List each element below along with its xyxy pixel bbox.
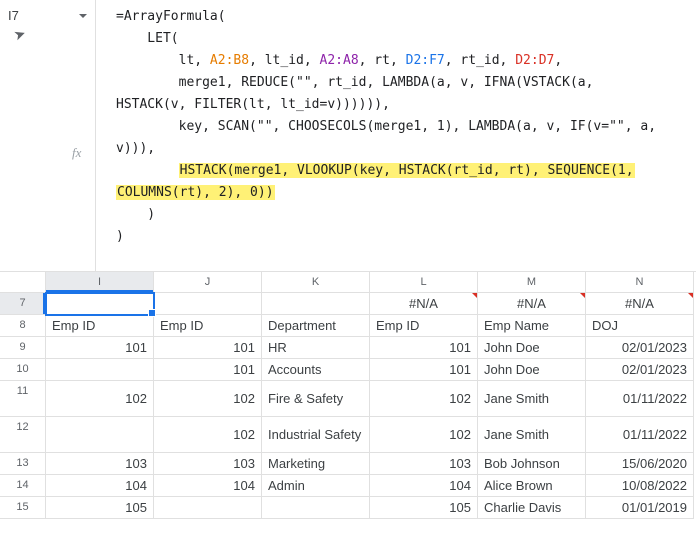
cell-K7[interactable] — [262, 293, 370, 315]
cell-L11[interactable]: 102 — [370, 381, 478, 417]
row-header-13[interactable]: 13 — [0, 453, 46, 475]
column-header-M[interactable]: M — [478, 272, 586, 293]
cell-I12[interactable] — [46, 417, 154, 453]
grid-corner[interactable] — [0, 272, 46, 293]
cell-J8[interactable]: Emp ID — [154, 315, 262, 337]
cell-I7[interactable] — [46, 293, 154, 315]
column-header-L[interactable]: L — [370, 272, 478, 293]
spreadsheet-grid[interactable]: IJKLMN7#N/A#N/A#N/A8Emp IDEmp IDDepartme… — [0, 272, 696, 519]
column-header-J[interactable]: J — [154, 272, 262, 293]
column-header-I[interactable]: I — [46, 272, 154, 293]
row-header-12[interactable]: 12 — [0, 417, 46, 453]
cell-N15[interactable]: 01/01/2019 — [586, 497, 694, 519]
cell-N10[interactable]: 02/01/2023 — [586, 359, 694, 381]
cell-I13[interactable]: 103 — [46, 453, 154, 475]
cell-N9[interactable]: 02/01/2023 — [586, 337, 694, 359]
cell-M15[interactable]: Charlie Davis — [478, 497, 586, 519]
formula-editor[interactable]: fx =ArrayFormula( LET( lt, A2:B8, lt_id,… — [96, 0, 696, 271]
cell-J12[interactable]: 102 — [154, 417, 262, 453]
cell-J7[interactable] — [154, 293, 262, 315]
cell-K10[interactable]: Accounts — [262, 359, 370, 381]
formula-line: lt, A2:B8, lt_id, A2:A8, rt, D2:F7, rt_i… — [116, 50, 686, 72]
cell-K14[interactable]: Admin — [262, 475, 370, 497]
cell-M12[interactable]: Jane Smith — [478, 417, 586, 453]
cell-L12[interactable]: 102 — [370, 417, 478, 453]
cell-L8[interactable]: Emp ID — [370, 315, 478, 337]
formula-line: v))), — [116, 138, 686, 160]
cell-L9[interactable]: 101 — [370, 337, 478, 359]
name-box-value: I7 — [8, 8, 19, 23]
cell-L15[interactable]: 105 — [370, 497, 478, 519]
row-header-15[interactable]: 15 — [0, 497, 46, 519]
cell-L7[interactable]: #N/A — [370, 293, 478, 315]
formula-bar-area: I7 ➤ fx =ArrayFormula( LET( lt, A2:B8, l… — [0, 0, 696, 272]
cell-M14[interactable]: Alice Brown — [478, 475, 586, 497]
formula-line: COLUMNS(rt), 2), 0)) — [116, 182, 686, 204]
cell-K15[interactable] — [262, 497, 370, 519]
formula-line: HSTACK(v, FILTER(lt, lt_id=v)))))), — [116, 94, 686, 116]
cell-J11[interactable]: 102 — [154, 381, 262, 417]
cell-M10[interactable]: John Doe — [478, 359, 586, 381]
cell-N8[interactable]: DOJ — [586, 315, 694, 337]
cell-K12[interactable]: Industrial Safety — [262, 417, 370, 453]
formula-line: ) — [116, 204, 686, 226]
cell-M13[interactable]: Bob Johnson — [478, 453, 586, 475]
formula-line: merge1, REDUCE("", rt_id, LAMBDA(a, v, I… — [116, 72, 686, 94]
row-header-14[interactable]: 14 — [0, 475, 46, 497]
row-header-9[interactable]: 9 — [0, 337, 46, 359]
row-header-8[interactable]: 8 — [0, 315, 46, 337]
cell-M11[interactable]: Jane Smith — [478, 381, 586, 417]
formula-line: ) — [116, 226, 686, 248]
formula-line: HSTACK(merge1, VLOOKUP(key, HSTACK(rt_id… — [116, 160, 686, 182]
cell-N11[interactable]: 01/11/2022 — [586, 381, 694, 417]
name-box-column: I7 ➤ — [0, 0, 95, 271]
cell-N13[interactable]: 15/06/2020 — [586, 453, 694, 475]
row-header-7[interactable]: 7 — [0, 293, 46, 315]
cell-K9[interactable]: HR — [262, 337, 370, 359]
cell-J9[interactable]: 101 — [154, 337, 262, 359]
cell-I11[interactable]: 102 — [46, 381, 154, 417]
cell-J14[interactable]: 104 — [154, 475, 262, 497]
cell-J13[interactable]: 103 — [154, 453, 262, 475]
cursor-icon: ➤ — [11, 25, 28, 45]
cell-I15[interactable]: 105 — [46, 497, 154, 519]
cell-I14[interactable]: 104 — [46, 475, 154, 497]
cell-N12[interactable]: 01/11/2022 — [586, 417, 694, 453]
column-header-K[interactable]: K — [262, 272, 370, 293]
cell-K8[interactable]: Department — [262, 315, 370, 337]
cell-J10[interactable]: 101 — [154, 359, 262, 381]
cell-L10[interactable]: 101 — [370, 359, 478, 381]
chevron-down-icon[interactable] — [79, 14, 87, 18]
formula-line: =ArrayFormula( — [116, 6, 686, 28]
cell-I9[interactable]: 101 — [46, 337, 154, 359]
cell-I10[interactable] — [46, 359, 154, 381]
cell-M9[interactable]: John Doe — [478, 337, 586, 359]
cell-I8[interactable]: Emp ID — [46, 315, 154, 337]
name-box[interactable]: I7 — [8, 6, 87, 25]
fx-icon: fx — [72, 142, 88, 164]
row-header-11[interactable]: 11 — [0, 381, 46, 417]
column-header-N[interactable]: N — [586, 272, 694, 293]
cell-K11[interactable]: Fire & Safety — [262, 381, 370, 417]
cell-K13[interactable]: Marketing — [262, 453, 370, 475]
cell-L13[interactable]: 103 — [370, 453, 478, 475]
formula-line: key, SCAN("", CHOOSECOLS(merge1, 1), LAM… — [116, 116, 686, 138]
cell-M8[interactable]: Emp Name — [478, 315, 586, 337]
cell-N14[interactable]: 10/08/2022 — [586, 475, 694, 497]
cell-N7[interactable]: #N/A — [586, 293, 694, 315]
cell-J15[interactable] — [154, 497, 262, 519]
formula-line: LET( — [116, 28, 686, 50]
row-header-10[interactable]: 10 — [0, 359, 46, 381]
cell-M7[interactable]: #N/A — [478, 293, 586, 315]
cell-L14[interactable]: 104 — [370, 475, 478, 497]
